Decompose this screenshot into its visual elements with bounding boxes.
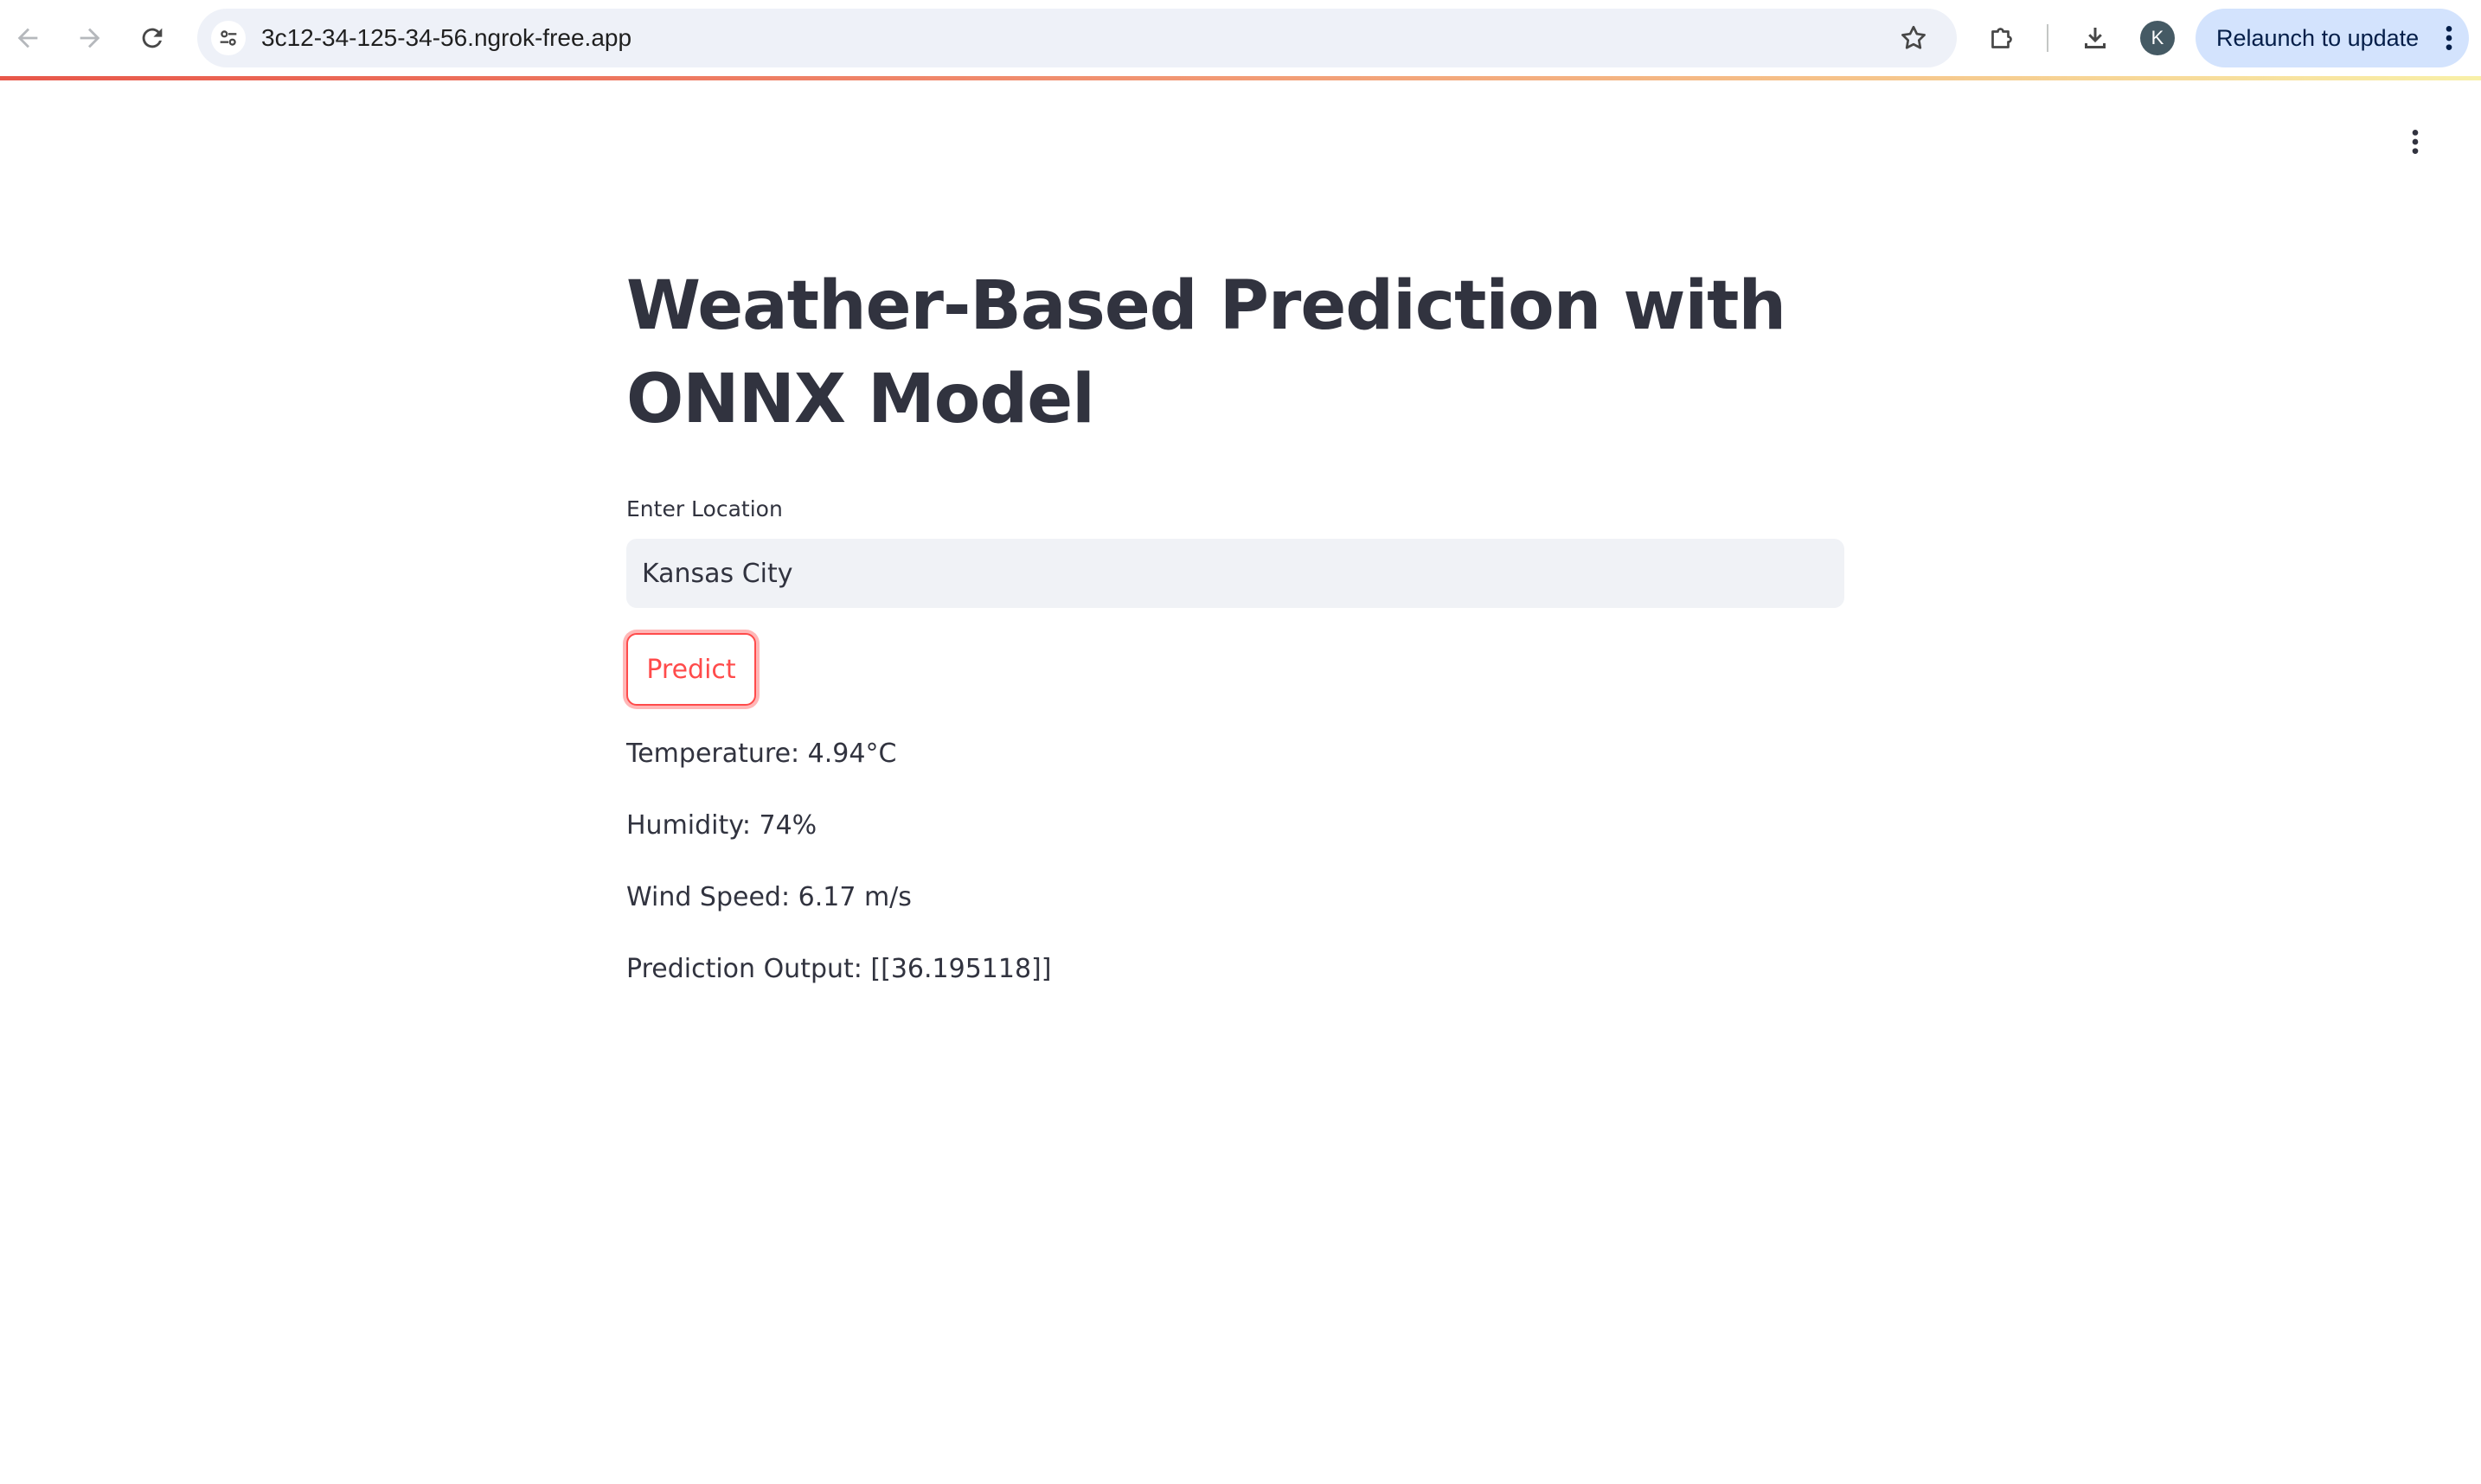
relaunch-label: Relaunch to update xyxy=(2216,25,2420,51)
url-text[interactable]: 3c12-34-125-34-56.ngrok-free.app xyxy=(261,9,631,67)
reload-icon xyxy=(142,28,163,48)
address-bar[interactable]: 3c12-34-125-34-56.ngrok-free.app xyxy=(197,9,1957,67)
app-menu-button[interactable] xyxy=(2398,123,2433,161)
extensions-button[interactable] xyxy=(1983,19,2021,57)
forward-arrow-icon xyxy=(80,28,100,48)
profile-avatar[interactable]: K xyxy=(2140,21,2175,55)
predict-button[interactable]: Predict xyxy=(626,633,756,706)
downloads-button[interactable] xyxy=(2076,19,2114,57)
main-content: Weather-Based Prediction with ONNX Model… xyxy=(626,259,1844,984)
download-icon xyxy=(2085,28,2106,48)
reload-button[interactable] xyxy=(133,19,171,57)
forward-button[interactable] xyxy=(71,19,109,57)
back-button[interactable] xyxy=(9,19,47,57)
kebab-icon xyxy=(2446,26,2452,50)
site-info-button[interactable] xyxy=(211,21,246,55)
relaunch-button[interactable]: Relaunch to update xyxy=(2196,9,2469,67)
location-input[interactable] xyxy=(626,539,1844,608)
star-icon[interactable] xyxy=(1898,22,1929,54)
wind-speed-text: Wind Speed: 6.17 m/s xyxy=(626,882,912,912)
humidity-text: Humidity: 74% xyxy=(626,810,817,841)
tune-icon xyxy=(220,30,237,46)
browser-toolbar: 3c12-34-125-34-56.ngrok-free.app K Relau… xyxy=(0,0,2481,76)
prediction-output-text: Prediction Output: [[36.195118]] xyxy=(626,954,1052,984)
page-title: Weather-Based Prediction with ONNX Model xyxy=(626,267,1786,438)
temperature-text: Temperature: 4.94°C xyxy=(626,739,897,769)
kebab-icon xyxy=(2412,130,2419,154)
back-arrow-icon xyxy=(17,28,38,48)
toolbar-divider xyxy=(2047,24,2048,52)
puzzle-icon xyxy=(1991,28,2012,48)
location-label: Enter Location xyxy=(626,496,783,521)
loading-progress-line xyxy=(0,76,2481,80)
